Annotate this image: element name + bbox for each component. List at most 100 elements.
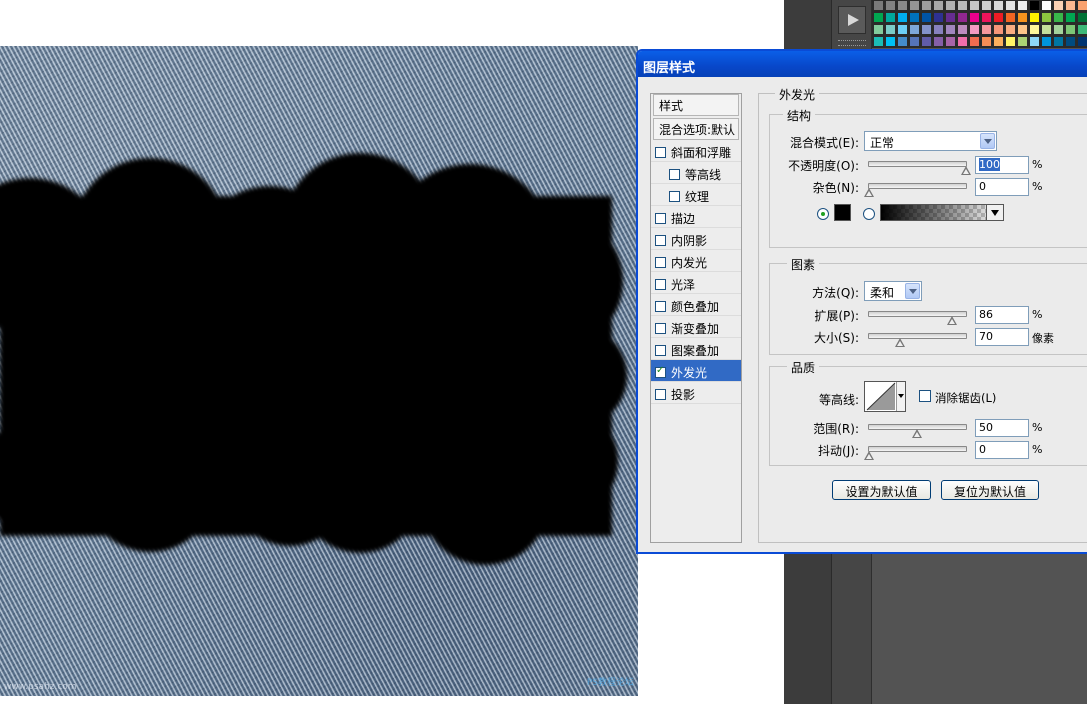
color-swatch[interactable] [945,36,956,47]
style-checkbox[interactable] [669,190,680,202]
color-swatch[interactable] [1065,36,1076,47]
reset-default-button[interactable]: 复位为默认值 [941,480,1039,500]
style-checkbox[interactable] [655,234,666,246]
size-field[interactable]: 70 [975,328,1029,346]
color-swatch[interactable] [993,12,1004,23]
color-swatch[interactable] [1029,36,1040,47]
blend-mode-select[interactable]: 正常 [864,131,997,151]
style-checkbox[interactable] [655,146,666,158]
gradient-radio[interactable] [863,208,875,220]
make-default-button[interactable]: 设置为默认值 [832,480,931,500]
color-swatch[interactable] [897,24,908,35]
color-swatch[interactable] [933,0,944,11]
color-swatch[interactable] [873,0,884,11]
antialias-checkbox[interactable] [919,390,931,402]
style-item[interactable]: 光泽 [651,272,741,294]
color-swatch[interactable] [921,36,932,47]
color-swatch[interactable] [885,24,896,35]
color-swatch[interactable] [897,36,908,47]
color-swatch[interactable] [885,12,896,23]
color-swatch[interactable] [1017,24,1028,35]
style-item[interactable]: 图案叠加 [651,338,741,360]
color-swatch[interactable] [1065,0,1076,11]
color-swatch[interactable] [1029,12,1040,23]
color-swatch[interactable] [1005,36,1016,47]
color-swatch[interactable] [945,0,956,11]
range-field[interactable]: 50 [975,419,1029,437]
color-swatch[interactable] [981,36,992,47]
style-checkbox[interactable] [655,212,666,224]
color-swatch[interactable] [945,12,956,23]
style-checkbox[interactable] [655,300,666,312]
color-swatch[interactable] [909,36,920,47]
color-swatch[interactable] [957,0,968,11]
opacity-slider[interactable] [868,161,967,167]
color-swatch[interactable] [1005,24,1016,35]
color-swatch[interactable] [1017,36,1028,47]
style-item[interactable]: 内发光 [651,250,741,272]
color-swatch[interactable] [885,36,896,47]
style-item[interactable]: 内阴影 [651,228,741,250]
contour-dropdown[interactable] [896,382,905,411]
color-swatch[interactable] [981,12,992,23]
color-swatch[interactable] [1053,36,1064,47]
color-swatch[interactable] [921,24,932,35]
style-checkbox[interactable] [655,344,666,356]
color-swatch[interactable] [933,24,944,35]
range-slider-thumb[interactable] [912,429,922,439]
color-swatch[interactable] [1041,24,1052,35]
noise-slider[interactable] [868,183,967,189]
color-swatch[interactable] [873,12,884,23]
size-slider-thumb[interactable] [895,338,905,348]
color-swatch[interactable] [1041,0,1052,11]
color-swatch[interactable] [1053,24,1064,35]
opacity-slider-thumb[interactable] [961,166,971,176]
style-checkbox[interactable] [655,256,666,268]
color-swatch[interactable] [897,12,908,23]
spread-slider-thumb[interactable] [947,316,957,326]
color-swatch[interactable] [909,0,920,11]
color-swatch[interactable] [957,36,968,47]
jitter-field[interactable]: 0 [975,441,1029,459]
technique-select[interactable]: 柔和 [864,281,922,301]
color-swatch[interactable] [1077,0,1087,11]
style-item[interactable]: 纹理 [651,184,741,206]
dialog-title[interactable]: 图层样式 [638,51,1087,77]
style-item[interactable]: 等高线 [651,162,741,184]
color-swatch[interactable] [993,24,1004,35]
color-swatch[interactable] [1053,12,1064,23]
color-swatch[interactable] [1041,12,1052,23]
color-swatch[interactable] [897,0,908,11]
style-item[interactable]: 描边 [651,206,741,228]
document-canvas[interactable]: www.psahz.com PS教程论坛 [0,46,638,696]
color-swatch[interactable] [1077,36,1087,47]
style-item[interactable]: 斜面和浮雕 [651,140,741,162]
opacity-field[interactable]: 100 [975,156,1029,174]
color-swatch[interactable] [945,24,956,35]
color-swatch[interactable] [969,12,980,23]
gradient-dropdown-button[interactable] [986,205,1003,220]
style-item[interactable]: 外发光 [651,360,741,382]
solid-color-radio[interactable] [817,208,829,220]
jitter-slider[interactable] [868,446,967,452]
color-swatch[interactable] [873,36,884,47]
color-swatch[interactable] [1077,24,1087,35]
color-swatch[interactable] [1005,0,1016,11]
color-swatch[interactable] [969,0,980,11]
color-swatch[interactable] [1065,12,1076,23]
color-swatch[interactable] [885,0,896,11]
color-swatch[interactable] [1005,12,1016,23]
color-swatch[interactable] [1017,12,1028,23]
panel-grip-handle[interactable] [838,40,866,46]
style-checkbox[interactable] [655,365,666,378]
noise-field[interactable]: 0 [975,178,1029,196]
noise-slider-thumb[interactable] [864,188,874,198]
swatches-panel[interactable] [872,0,1087,48]
size-slider[interactable] [868,333,967,339]
color-swatch[interactable] [873,24,884,35]
color-swatch[interactable] [1041,36,1052,47]
color-swatch[interactable] [1077,12,1087,23]
color-swatch[interactable] [993,0,1004,11]
style-checkbox[interactable] [655,388,666,400]
styles-header[interactable]: 样式 [653,94,739,116]
